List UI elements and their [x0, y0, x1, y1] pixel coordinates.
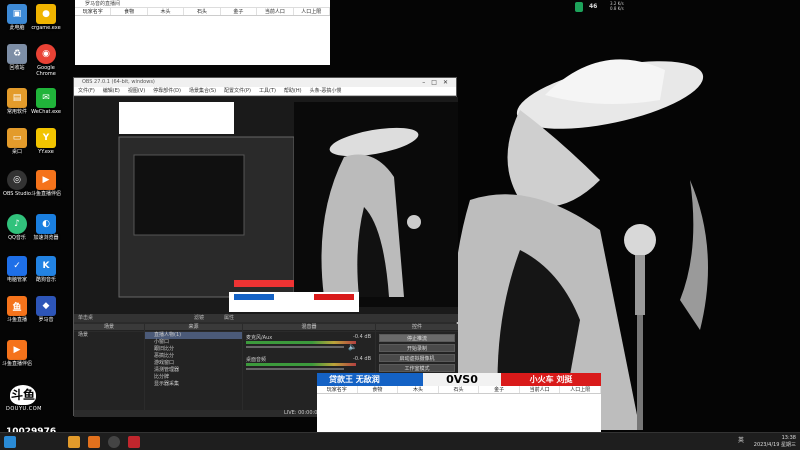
menu-file[interactable]: 文件(F): [78, 87, 95, 95]
stats-sheet-window-top[interactable]: 罗马音的直播间 玩家名字 食物 木头 石头 金子 当前人口 人口上限: [75, 0, 330, 65]
virtual-camera-button[interactable]: 启动虚拟摄像机: [379, 354, 455, 362]
properties-button[interactable]: 属性: [224, 314, 234, 322]
obs-titlebar: OBS 27.0.1 (64-bit, windows) –□✕: [74, 78, 456, 87]
volume-meter: [246, 341, 356, 344]
scenes-list[interactable]: 场景: [74, 332, 144, 410]
obs-taskbar-icon[interactable]: [108, 436, 120, 448]
roma-icon[interactable]: ◆ 罗马音: [29, 296, 63, 323]
start-recording-button[interactable]: 开始录制: [379, 344, 455, 352]
source-item[interactable]: 显示器采集: [145, 381, 242, 388]
douyu-assistant-2-icon[interactable]: ▶ 斗鱼直播伴侣: [0, 340, 34, 367]
speed-readout: 3.2 K/s 0.8 K/s: [610, 1, 624, 11]
mixer-header: 混音器: [243, 324, 375, 331]
input-language[interactable]: 英: [738, 437, 744, 444]
team-right: 小火车 刘挺: [501, 373, 601, 386]
battery-level: 46: [589, 3, 598, 10]
scenes-header: 场景: [74, 324, 144, 331]
menu-docks[interactable]: 停靠部件(D): [153, 87, 181, 95]
source-item[interactable]: 跟旧比分: [145, 346, 242, 353]
window-controls[interactable]: –□✕: [422, 78, 454, 87]
speaker-icon[interactable]: 🔈: [348, 343, 357, 351]
douyu-taskbar-icon[interactable]: [88, 436, 100, 448]
source-item[interactable]: 清测管理器: [145, 367, 242, 374]
score: 0VS0: [423, 373, 501, 386]
studio-mode-button[interactable]: 工作室模式: [379, 364, 455, 372]
start-icon[interactable]: [4, 436, 16, 448]
source-item[interactable]: 比分牌: [145, 374, 242, 381]
volume-slider[interactable]: [246, 346, 344, 348]
clock-time: 13:38: [781, 435, 796, 441]
obs-menubar: 文件(F) 编辑(E) 视图(V) 停靠部件(D) 场景集合(S) 配置文件(P…: [74, 87, 456, 96]
obs-preview-canvas[interactable]: [74, 97, 458, 314]
chrome-icon[interactable]: ◉ Google Chrome: [29, 44, 63, 77]
sources-list[interactable]: 直播人物(1) 小窗口 跟旧比分 恶搞比分 游戏窗口 清测管理器 比分牌 显示器…: [145, 332, 242, 410]
preview-recursion: [74, 97, 458, 314]
douyu-logo: 斗鱼 DOUYU.COM: [6, 385, 56, 412]
douyu-assistant-icon[interactable]: ▶ 斗鱼直播伴侣: [29, 170, 63, 197]
filter-button[interactable]: 滤镜: [194, 314, 204, 322]
source-item[interactable]: 直播人物(1): [145, 332, 242, 339]
menu-edit[interactable]: 编辑(E): [103, 87, 120, 95]
team-left: 贷款王 无敌润: [317, 373, 423, 386]
crgame-icon[interactable]: ● crgame.exe: [29, 4, 63, 31]
mixer-track-name: 麦克风/Aux: [246, 335, 273, 341]
volume-slider[interactable]: [246, 368, 344, 370]
sheet-title: 罗马音的直播间: [75, 0, 330, 8]
sheet-header-row: 玩家名字 食物 木头 石头 金子 当前人口 人口上限: [317, 386, 602, 394]
mixer-track-db: -0.4 dB: [353, 334, 371, 340]
clock-date: 2023/4/19 星期三: [753, 442, 796, 448]
fish-icon: 斗鱼: [10, 385, 36, 405]
controls-header: 控件: [376, 324, 458, 331]
browser-icon[interactable]: ◐ 加速浏览器: [29, 214, 63, 241]
menu-extra[interactable]: 头条-恶搞小慢: [310, 87, 342, 95]
yy-icon[interactable]: Y YY.exe: [29, 128, 63, 155]
status-live: LIVE: 00:00:00: [284, 410, 321, 416]
source-item[interactable]: 恶搞比分: [145, 353, 242, 360]
scene-item[interactable]: 场景: [74, 332, 144, 339]
source-item[interactable]: 游戏窗口: [145, 360, 242, 367]
explorer-icon[interactable]: [68, 436, 80, 448]
sheet-header-row: 玩家名字 食物 木头 石头 金子 当前人口 人口上限: [75, 8, 330, 16]
network-widget: 46: [575, 0, 610, 14]
volume-meter: [246, 363, 356, 366]
obs-window[interactable]: OBS 27.0.1 (64-bit, windows) –□✕ 文件(F) 编…: [73, 77, 458, 417]
desktop-screen: ▣ 此电脑 ● crgame.exe ♻ 回收站 ◉ Google Chrome ▤ 常用…: [0, 0, 800, 450]
stats-sheet-window-bottom[interactable]: 玩家名字 食物 木头 石头 金子 当前人口 人口上限: [317, 386, 602, 432]
source-item[interactable]: 小窗口: [145, 339, 242, 346]
kugou-icon[interactable]: K 酷狗音乐: [29, 256, 63, 283]
app-taskbar-icon[interactable]: [128, 436, 140, 448]
menu-help[interactable]: 帮助(H): [284, 87, 302, 95]
wechat-icon[interactable]: ✉ WeChat.exe: [29, 88, 63, 115]
shield-icon: [575, 2, 583, 12]
menu-tools[interactable]: 工具(T): [259, 87, 276, 95]
stop-streaming-button[interactable]: 停止推流: [379, 334, 455, 342]
menu-scene-collection[interactable]: 场景集合(S): [189, 87, 216, 95]
mixer-track-db: -0.4 dB: [353, 356, 371, 362]
vs-scoreboard: 贷款王 无敌润 0VS0 小火车 刘挺: [317, 373, 601, 386]
douyu-text: DOUYU.COM: [6, 406, 42, 412]
menu-view[interactable]: 视图(V): [128, 87, 145, 95]
taskbar: 英 13:38 2023/4/19 星期三: [0, 432, 800, 450]
system-tray[interactable]: 英 13:38 2023/4/19 星期三: [738, 435, 796, 449]
source-toolbar: 单击桌 滤镜 属性: [74, 314, 458, 322]
sources-header: 来源: [145, 324, 242, 331]
menu-profile[interactable]: 配置文件(P): [224, 87, 251, 95]
mixer-track-name: 桌面音频: [246, 357, 267, 363]
